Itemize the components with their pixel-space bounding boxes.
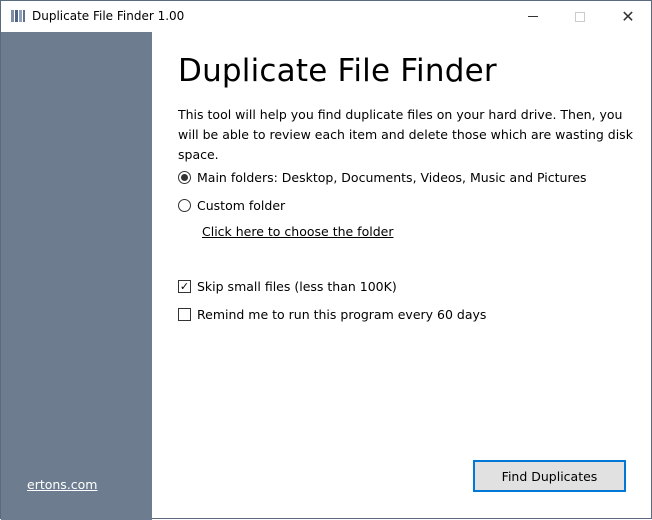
radio-selected-icon[interactable]	[178, 171, 191, 184]
radio-custom-folder[interactable]: Custom folder	[178, 198, 285, 213]
app-window: Duplicate File Finder 1.00 ✕ ertons.com …	[0, 0, 652, 520]
checkbox-remind[interactable]: Remind me to run this program every 60 d…	[178, 307, 486, 322]
window-title: Duplicate File Finder 1.00	[32, 9, 185, 23]
checkbox-checked-icon[interactable]: ✓	[178, 280, 191, 293]
close-icon: ✕	[621, 7, 635, 26]
checkbox-skip-small-files[interactable]: ✓ Skip small files (less than 100K)	[178, 279, 397, 294]
radio-label: Main folders: Desktop, Documents, Videos…	[197, 170, 587, 185]
maximize-icon	[575, 11, 585, 22]
website-link[interactable]: ertons.com	[27, 477, 97, 492]
minimize-button[interactable]	[510, 1, 556, 32]
checkbox-unchecked-icon[interactable]	[178, 308, 191, 321]
title-bar[interactable]: Duplicate File Finder 1.00 ✕	[1, 1, 651, 32]
page-title: Duplicate File Finder	[178, 53, 497, 89]
description: This tool will help you find duplicate f…	[178, 107, 633, 162]
checkbox-label: Remind me to run this program every 60 d…	[197, 307, 487, 322]
close-button[interactable]: ✕	[605, 1, 651, 32]
radio-label: Custom folder	[197, 198, 286, 213]
app-icon	[11, 10, 25, 22]
maximize-button[interactable]	[557, 1, 603, 32]
sidebar	[1, 32, 152, 520]
radio-main-folders[interactable]: Main folders: Desktop, Documents, Videos…	[178, 170, 587, 185]
radio-unselected-icon[interactable]	[178, 199, 191, 212]
find-duplicates-button[interactable]: Find Duplicates	[473, 460, 626, 492]
minimize-icon	[528, 16, 538, 17]
choose-folder-link[interactable]: Click here to choose the folder	[202, 224, 393, 239]
checkbox-label: Skip small files (less than 100K)	[197, 279, 397, 294]
